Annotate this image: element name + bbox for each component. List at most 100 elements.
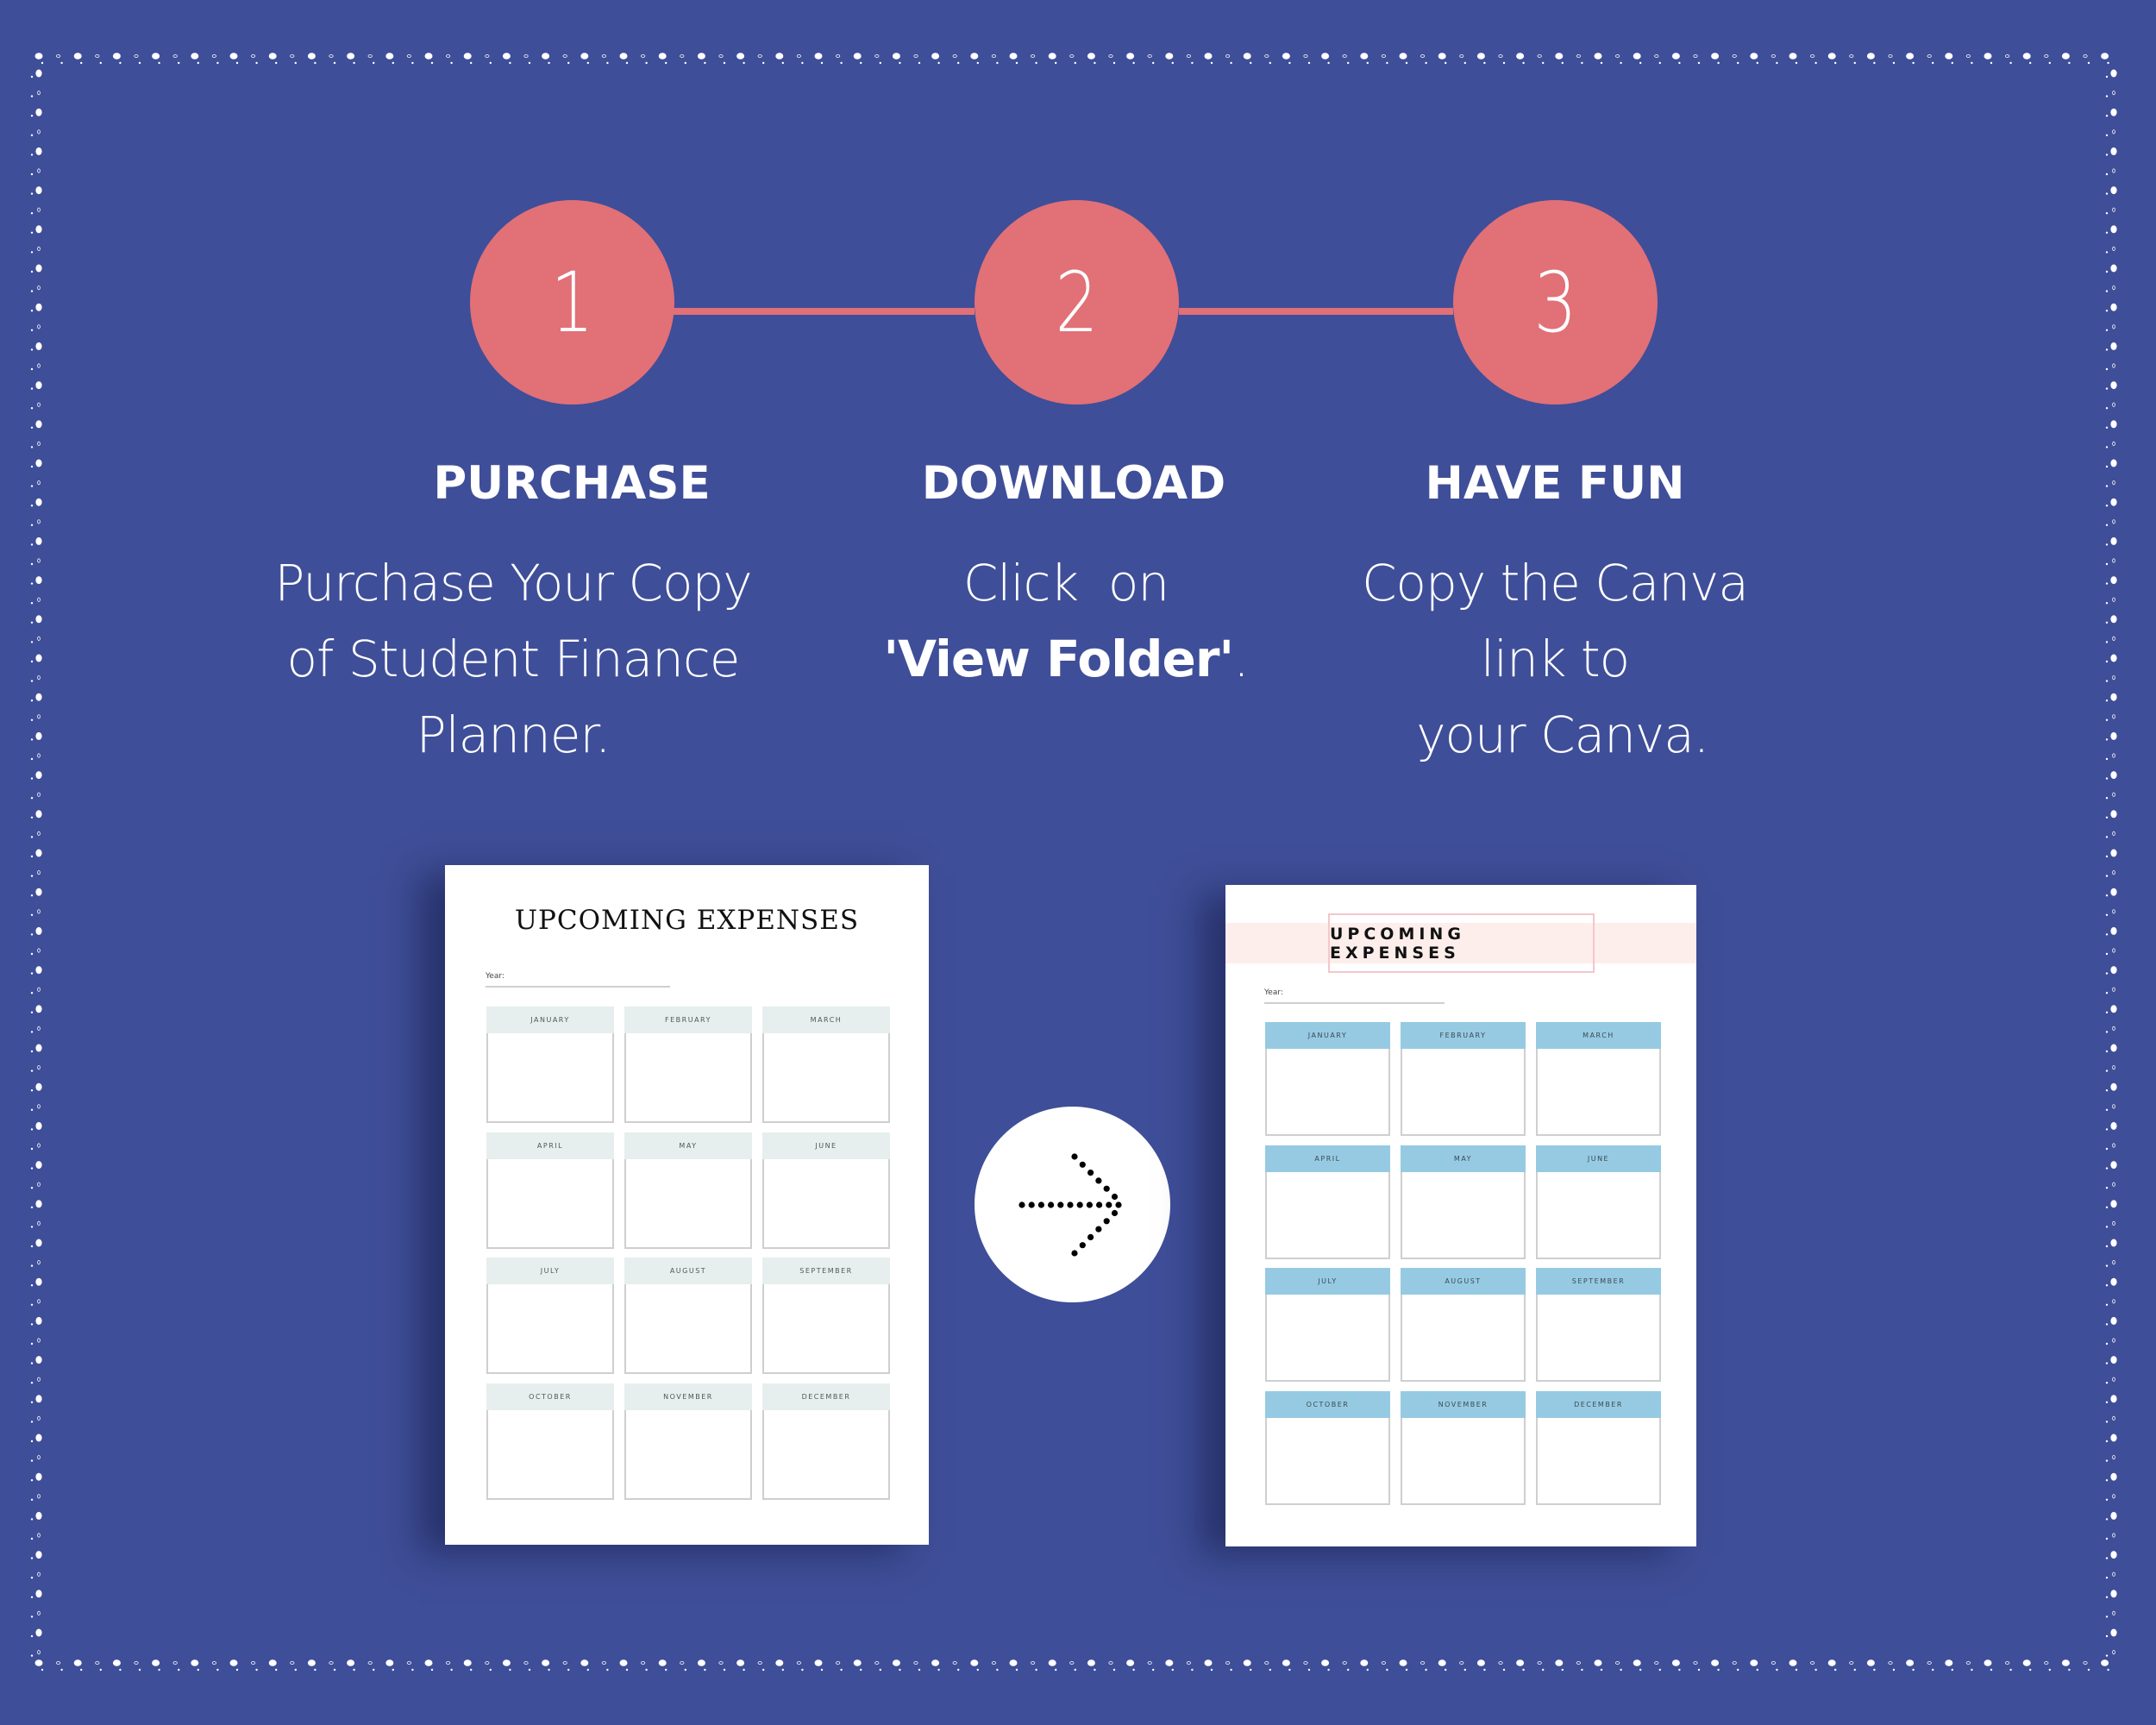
border-dot [775, 53, 784, 60]
border-dot [2048, 61, 2051, 65]
border-dot [801, 61, 804, 65]
border-dot [30, 367, 34, 371]
border-dot [229, 1659, 238, 1666]
arrow-dot [1095, 1226, 1102, 1233]
step-3-line-1: Copy the Canva [1362, 554, 1749, 612]
arrow-dot [1067, 1201, 1074, 1208]
border-dot [30, 543, 34, 546]
border-dot [35, 731, 42, 740]
arrow-dot [1086, 1201, 1093, 1208]
border-dot [1795, 1668, 1798, 1672]
border-dot [2107, 1668, 2109, 1672]
border-dot [30, 1596, 34, 1599]
border-dot [1678, 61, 1681, 65]
border-dot [1600, 1668, 1603, 1672]
border-dot [2110, 1316, 2117, 1325]
border-dot [450, 61, 453, 65]
border-dot [30, 310, 34, 312]
border-dot [2110, 654, 2117, 662]
arrow-dot [1079, 1161, 1086, 1168]
border-dot [509, 1668, 511, 1672]
border-dot [2105, 1440, 2109, 1443]
border-dot [2110, 108, 2117, 116]
border-dot [1108, 54, 1113, 58]
border-dot [35, 654, 42, 662]
border-dot [2105, 1226, 2109, 1228]
border-dot [2105, 1147, 2109, 1151]
border-dot [30, 251, 34, 254]
border-dot [37, 1415, 41, 1421]
border-dot [853, 53, 862, 60]
border-dot [2083, 54, 2088, 58]
border-dot [307, 1659, 316, 1666]
month-box-april: APRIL [486, 1132, 614, 1249]
border-dot [1210, 1668, 1213, 1672]
border-dot [957, 61, 960, 65]
border-dot [2105, 894, 2109, 897]
border-dot [2112, 714, 2115, 719]
border-dot [30, 1303, 34, 1307]
border-dot [2110, 1239, 2117, 1247]
border-dot [35, 1121, 42, 1130]
border-dot [680, 1661, 685, 1665]
border-dot [2112, 246, 2115, 251]
month-box-march: MARCH [1536, 1022, 1661, 1136]
border-dot [37, 1299, 41, 1304]
border-dot [580, 1659, 589, 1666]
border-dot [835, 54, 841, 58]
border-dot [1366, 61, 1369, 65]
border-dot [2110, 264, 2117, 273]
border-dot [1892, 1668, 1896, 1672]
border-dot [736, 53, 745, 60]
arrow-dot [1111, 1209, 1119, 1217]
border-dot [1015, 1668, 1018, 1672]
border-dot [373, 61, 375, 65]
border-dot [2105, 777, 2109, 780]
step-1-line-1: Purchase Your Copy [274, 554, 752, 612]
border-dot [918, 1668, 921, 1672]
border-dot [976, 61, 980, 65]
border-dot [1476, 53, 1485, 60]
border-dot [95, 54, 100, 58]
border-dot [1658, 1668, 1662, 1672]
border-dot [1561, 61, 1564, 65]
border-dot [470, 1668, 473, 1672]
border-dot [2105, 407, 2109, 410]
border-dot [1360, 1659, 1369, 1666]
step-2-line-2: 'View Folder'. [790, 621, 1342, 697]
arrow-dot [1103, 1185, 1110, 1192]
border-dot [2110, 1472, 2117, 1481]
border-dot [1347, 1668, 1350, 1672]
border-dot [2105, 1577, 2109, 1579]
border-dot [2110, 731, 2117, 740]
border-dot [879, 1668, 881, 1672]
border-dot [35, 1277, 42, 1286]
border-dot [2112, 1182, 2115, 1187]
border-dot [2105, 1498, 2109, 1502]
border-dot [30, 1031, 34, 1033]
border-dot [2105, 1479, 2109, 1482]
border-dot [640, 1661, 646, 1665]
border-dot [1186, 54, 1192, 58]
border-dot [2112, 753, 2115, 758]
border-dot [899, 61, 901, 65]
border-dot [211, 54, 216, 58]
border-dot [411, 61, 414, 65]
border-dot [35, 1511, 42, 1520]
border-dot [931, 53, 940, 60]
border-dot [2105, 972, 2109, 975]
border-dot [2110, 147, 2117, 155]
border-dot [1307, 61, 1311, 65]
border-dot [1965, 1661, 1971, 1665]
border-dot [41, 61, 44, 65]
border-dot [665, 61, 667, 65]
border-dot [37, 363, 41, 368]
border-dot [1483, 61, 1486, 65]
border-dot [2105, 1050, 2109, 1053]
border-dot [35, 615, 42, 624]
border-dot [2105, 1264, 2109, 1267]
border-dot [814, 53, 823, 60]
border-dot [35, 810, 42, 819]
border-dot [2112, 285, 2115, 291]
border-dot [411, 1668, 414, 1672]
